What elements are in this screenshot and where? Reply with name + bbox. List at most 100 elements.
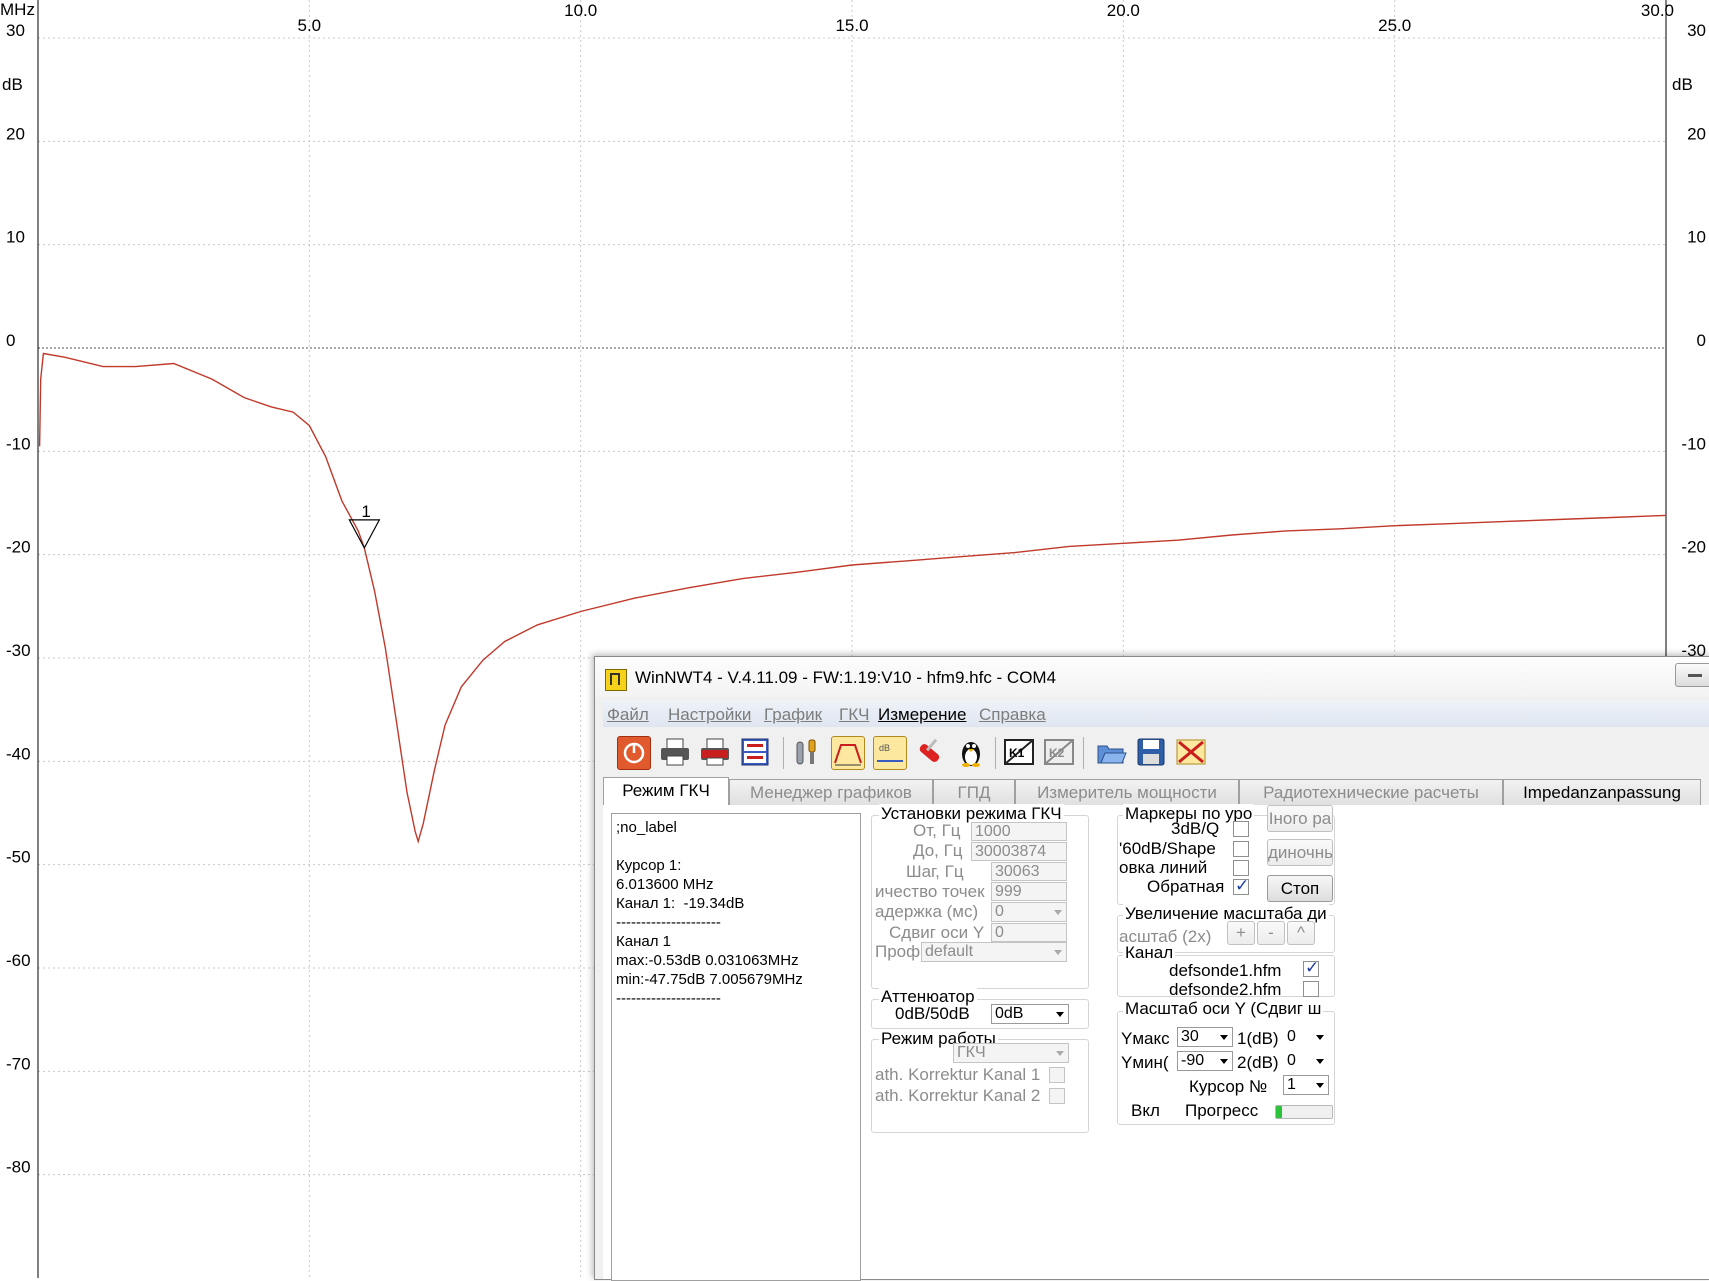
to-label: До, Гц [913,841,963,860]
shape-60db-label: '60dB/Shape [1119,839,1216,858]
channel-1-checkbox[interactable] [1303,958,1319,978]
y-tick-label-left: -80 [6,1158,31,1177]
minimize-button[interactable] [1675,663,1709,687]
y-tick-label-right: 0 [1697,331,1706,350]
y-tick-label-left: -40 [6,744,31,763]
swiss-knife-icon[interactable] [913,736,945,768]
cursor-number-select[interactable]: 1 [1283,1075,1329,1095]
mode-value: ГКЧ [957,1044,986,1061]
step-field[interactable]: 30063 [991,862,1067,881]
chart-view-icon[interactable] [831,736,865,770]
y-tick-label-right: -20 [1681,538,1706,557]
y-tick-label-right: 30 [1687,21,1706,40]
y-unit-label-left: dB [2,75,23,94]
y-min-select[interactable]: -90 [1177,1051,1233,1071]
channel-2-offset-label: 2(dB) [1237,1053,1279,1072]
tab-strip: Режим ГКЧ Менеджер графиков ГПД Измерите… [603,777,1709,806]
y-shift-field[interactable]: 0 [991,923,1067,942]
zoom-up-button[interactable]: ^ [1287,921,1315,945]
tab-graph-manager[interactable]: Менеджер графиков [729,779,933,805]
to-field[interactable]: 30003874 [971,842,1067,861]
y-tick-label-left: 0 [6,331,15,350]
menu-file[interactable]: Файл [607,705,649,725]
delay-select[interactable]: 0 [991,902,1067,922]
linux-penguin-icon[interactable] [955,736,987,768]
menu-graph[interactable]: График [764,705,822,725]
tab-power-meter[interactable]: Измеритель мощности [1015,779,1239,805]
channel-1-offset-select[interactable]: 0 [1283,1027,1329,1047]
open-folder-icon[interactable] [1095,736,1127,768]
y-max-select[interactable]: 30 [1177,1027,1233,1047]
menu-settings[interactable]: Настройки [668,705,751,725]
profile-select[interactable]: default [921,942,1067,962]
y-min-value: -90 [1181,1052,1205,1069]
progress-bar [1275,1105,1333,1119]
y-tick-labels-left: 30 20 10 0 -10 -20 -30 -40 -50 -60 -70 -80 [6,21,31,1177]
cursor-number-label: Курсор № [1189,1077,1268,1096]
channel-2-checkbox[interactable] [1303,981,1319,997]
line-marking-checkbox[interactable] [1233,860,1249,876]
png-bmp-icon[interactable] [739,736,771,768]
shape-60db-checkbox[interactable] [1233,841,1249,857]
q-3db-checkbox[interactable] [1233,821,1249,837]
toolbar: dB K1 K2 [603,731,1709,775]
printer-icon[interactable] [659,736,691,768]
single-sweep-button[interactable]: диночнь [1267,839,1333,866]
x-tick-label: 10.0 [564,1,597,20]
power-icon[interactable] [617,736,651,770]
attenuator-select[interactable]: 0dB [991,1004,1069,1024]
y-tick-label-left: 20 [6,124,25,143]
db-scale-icon[interactable]: dB [873,736,907,770]
zoom-out-button[interactable]: - [1257,921,1285,945]
calibration-tools-icon[interactable] [791,736,823,768]
progress-label: Прогресс [1185,1101,1259,1120]
k2-channel-icon[interactable]: K2 [1043,736,1075,768]
channel-title: Канал [1123,943,1176,963]
korrektur-kanal-2-checkbox[interactable] [1049,1088,1065,1104]
x-tick-labels: 5.0 10.0 15.0 20.0 25.0 30.0 [298,1,1674,35]
tab-impedanzanpassung[interactable]: Impedanzanpassung [1503,779,1701,805]
y-max-label: Yмакс [1121,1029,1170,1048]
tab-sweep-mode[interactable]: Режим ГКЧ [603,777,729,806]
attenuator-label: 0dB/50dB [895,1004,970,1023]
from-field[interactable]: 1000 [971,822,1067,841]
multi-sweep-button[interactable]: Iного ра [1267,805,1333,832]
menu-help[interactable]: Справка [979,705,1046,725]
x-tick-label: 5.0 [298,16,322,35]
menu-sweep[interactable]: ГКЧ [839,705,869,725]
cursor-number-value: 1 [1287,1076,1296,1093]
mode-select[interactable]: ГКЧ [953,1043,1069,1063]
channel-1-label: defsonde1.hfm [1169,961,1282,980]
winnwt4-window: WinNWT4 - V.4.11.09 - FW:1.19:V10 - hfm9… [594,656,1709,1281]
channel-2-offset-select[interactable]: 0 [1283,1051,1329,1071]
y-tick-label-left: -10 [6,434,31,453]
channel-1-offset-label: 1(dB) [1237,1029,1279,1048]
line-marking-label: овка линий [1119,858,1208,877]
title-bar[interactable]: WinNWT4 - V.4.11.09 - FW:1.19:V10 - hfm9… [595,657,1709,697]
y-tick-label-right: 20 [1687,124,1706,143]
y-tick-label-left: -20 [6,538,31,557]
y-tick-label-left: -50 [6,848,31,867]
pdf-icon[interactable] [699,736,731,768]
cursor-marker-label: 1 [361,502,370,521]
minimize-icon [1688,674,1702,677]
save-disk-icon[interactable] [1135,736,1167,768]
points-field[interactable]: 999 [991,882,1067,901]
svg-text:K1: K1 [1009,746,1025,760]
zoom-in-button[interactable]: + [1227,921,1255,945]
measurement-info-box[interactable]: ;no_label Курсор 1: 6.013600 MHz Канал 1… [611,813,861,1281]
sweep-settings-title: Установки режима ГКЧ [879,804,1064,824]
inverse-checkbox[interactable] [1233,876,1249,896]
y-tick-label-left: -60 [6,951,31,970]
tab-vfo[interactable]: ГПД [933,779,1015,805]
korrektur-kanal-1-checkbox[interactable] [1049,1067,1065,1083]
korrektur-kanal-2-label: ath. Korrektur Kanal 2 [875,1086,1041,1105]
k1-channel-icon[interactable]: K1 [1003,736,1035,768]
menu-measurement[interactable]: Измерение [878,705,966,725]
cursor-1-marker[interactable]: 1 [348,502,381,550]
y-shift-label: Сдвиг оси Y [889,923,985,942]
stop-button[interactable]: Стоп [1267,875,1333,902]
tab-rf-calculations[interactable]: Радиотехнические расчеты [1239,779,1503,805]
korrektur-kanal-1-label: ath. Korrektur Kanal 1 [875,1065,1041,1084]
delete-chart-icon[interactable] [1175,736,1207,768]
